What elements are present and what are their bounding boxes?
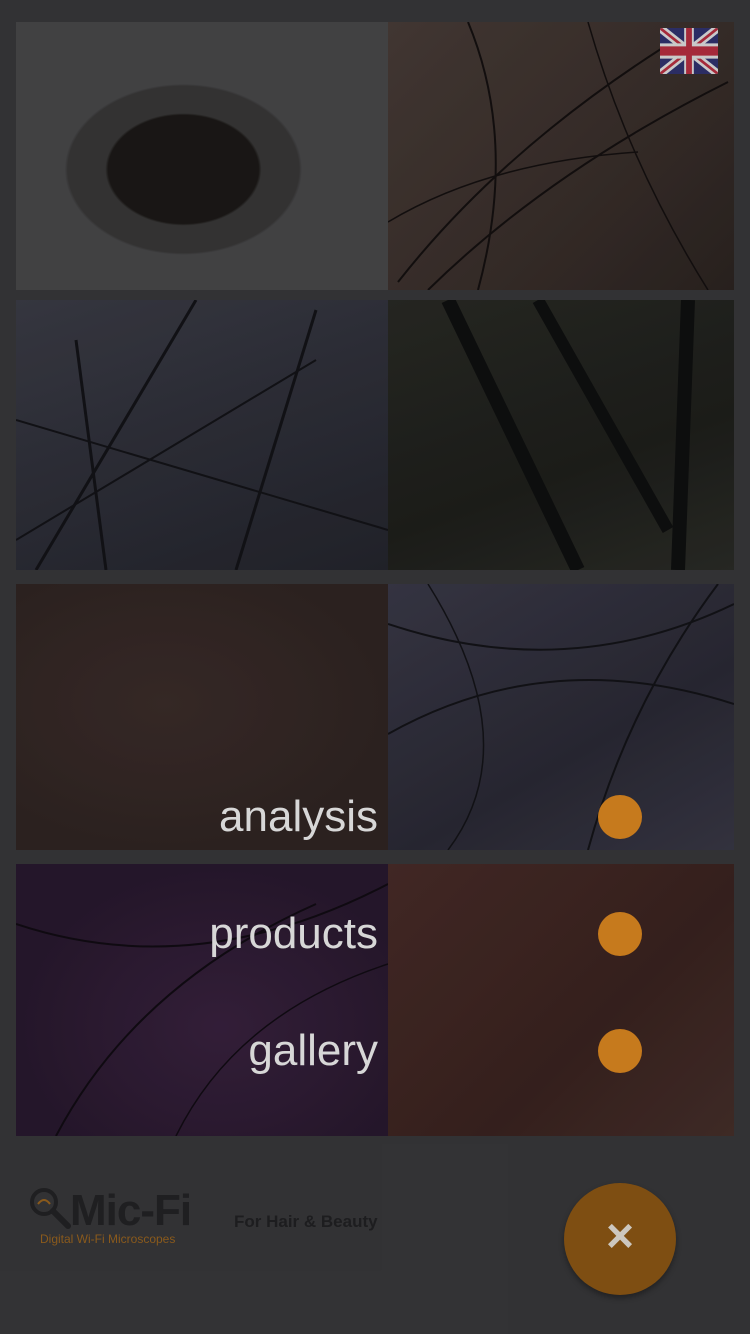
hair-strands-decoration <box>441 300 695 570</box>
gallery-tile-1[interactable] <box>16 22 734 290</box>
photo-scalp-closeup-2 <box>16 300 388 570</box>
tagline: For Hair & Beauty <box>234 1212 378 1231</box>
logo-text: Mic-Fi <box>70 1186 192 1235</box>
footer: Mic-Fi Digital Wi-Fi Microscopes For Hai… <box>0 1148 750 1334</box>
logo-subtitle: Digital Wi-Fi Microscopes <box>40 1232 176 1246</box>
menu-dot-products[interactable] <box>598 912 642 956</box>
menu-item-analysis[interactable]: analysis <box>0 782 660 852</box>
photo-hair-exam <box>16 22 388 290</box>
menu-label-analysis: analysis <box>219 792 378 841</box>
menu-label-products: products <box>209 909 378 958</box>
menu-item-products[interactable]: products <box>0 899 660 969</box>
hair-strands-decoration <box>16 300 388 570</box>
close-icon: × <box>605 1210 635 1263</box>
mic-fi-logo: Mic-Fi Digital Wi-Fi Microscopes <box>28 1186 218 1246</box>
uk-flag-icon <box>660 28 718 74</box>
menu-label-gallery: gallery <box>248 1026 378 1075</box>
close-menu-button[interactable]: × <box>564 1183 676 1295</box>
menu-dot-analysis[interactable] <box>598 795 642 839</box>
menu-dot-gallery[interactable] <box>598 1029 642 1073</box>
menu-item-gallery[interactable]: gallery <box>0 1016 660 1086</box>
gallery-tile-2[interactable] <box>16 300 734 570</box>
photo-hair-strand-macro <box>388 300 734 570</box>
language-uk-flag-icon[interactable] <box>660 28 718 74</box>
magnifier-icon <box>30 1188 71 1229</box>
